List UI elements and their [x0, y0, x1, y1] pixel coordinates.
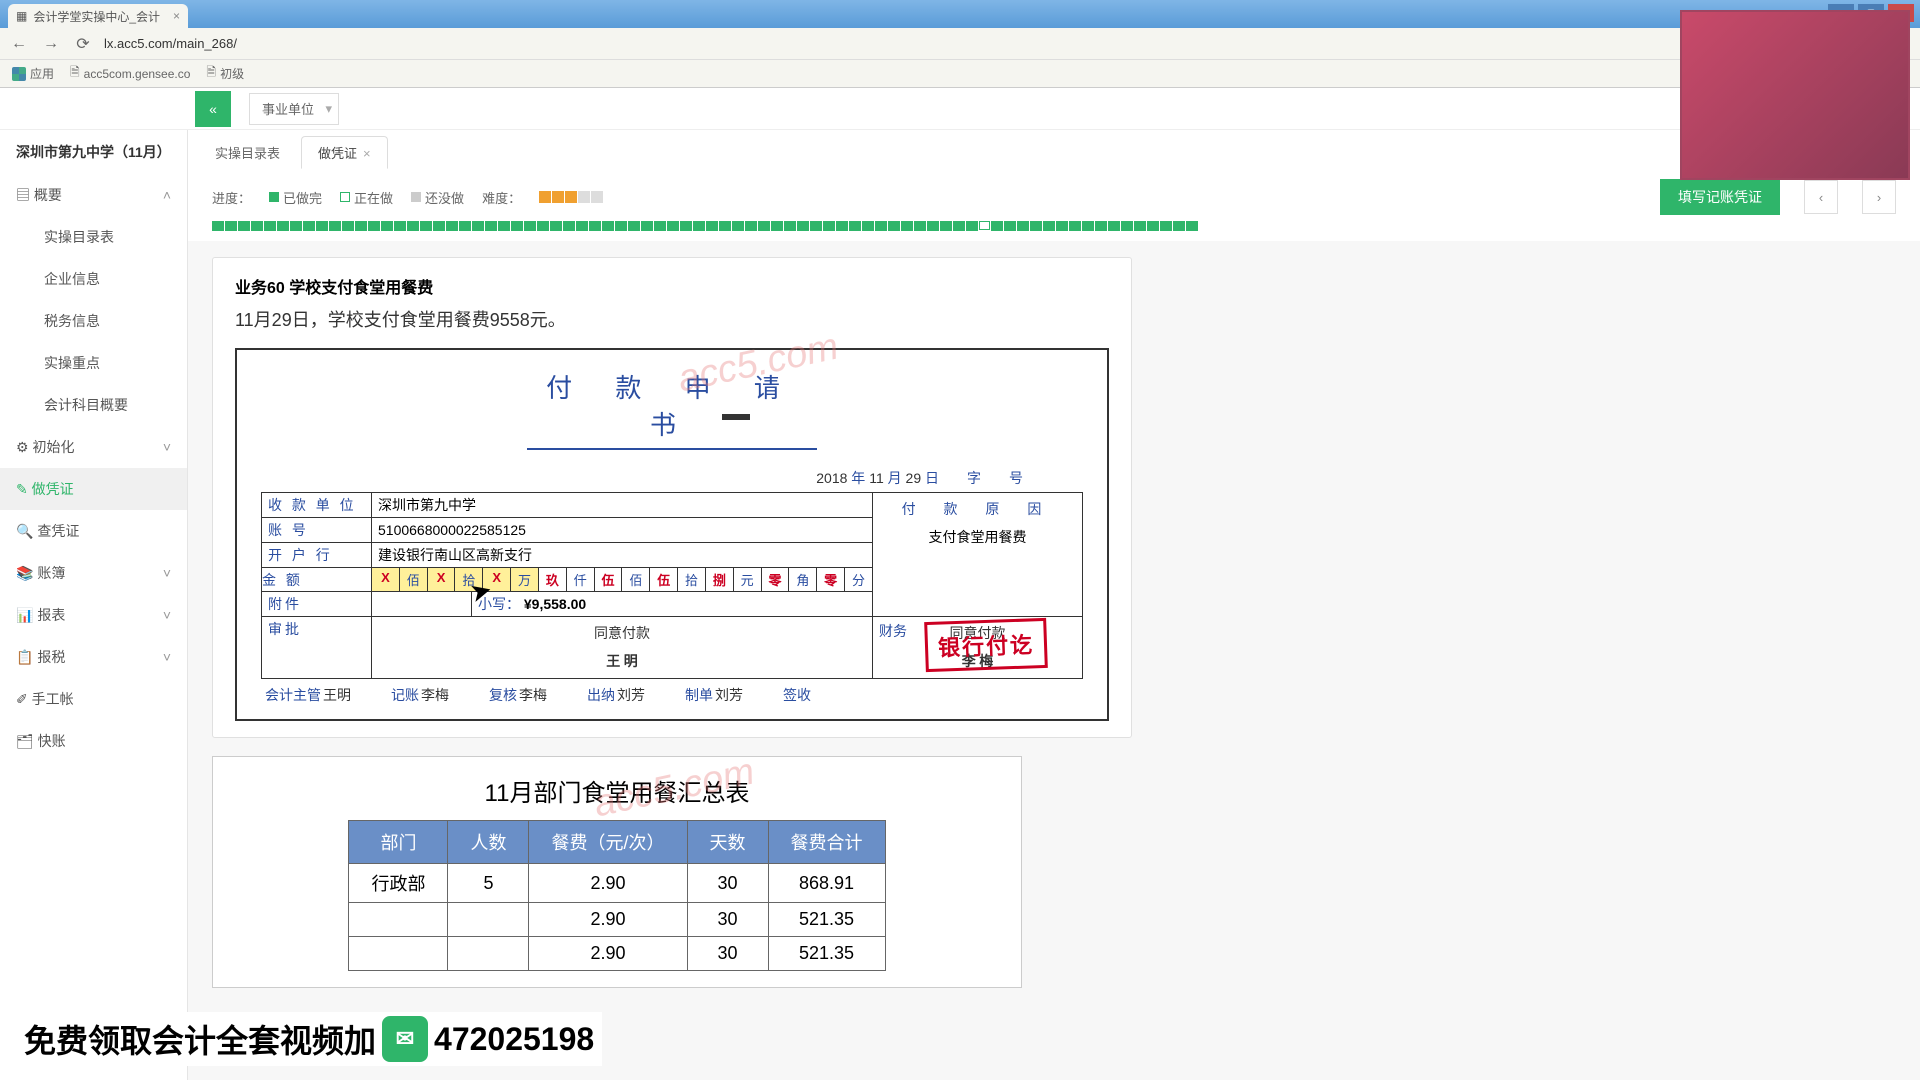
table-row: 2.9030521.35: [349, 903, 885, 937]
bookmark-bar: 应用 🗎 acc5com.gensee.co 🗎 初级: [0, 60, 1920, 88]
sidebar-item-catalog[interactable]: 实操目录表: [0, 216, 187, 258]
browser-tab[interactable]: ▦ 会计学堂实操中心_会计 ×: [8, 4, 188, 28]
business-card: 业务60 学校支付食堂用餐费 11月29日，学校支付食堂用餐费9558元。 ac…: [212, 257, 1132, 738]
sidebar-item-taxfile[interactable]: 📋 报税˅: [0, 636, 187, 678]
difficulty-label: 难度：: [482, 188, 521, 207]
chevron-down-icon: ˅: [163, 649, 171, 665]
tab-catalog[interactable]: 实操目录表: [198, 136, 297, 169]
tab-title: 会计学堂实操中心_会计: [33, 8, 160, 25]
status-bar: 进度： 已做完 正在做 还没做 难度： 填写记账凭证 ‹ ›: [188, 169, 1920, 221]
amount-cn: X佰X拾X万玖仟伍佰伍拾捌元零角零分: [372, 568, 873, 592]
payment-request-document: acc5.com 付 款 申 请 书 2018 年 11 月 29 日 字 号 …: [235, 348, 1109, 721]
content-tabs: 实操目录表 做凭证×: [188, 130, 1920, 169]
chevron-up-icon: ˄: [163, 187, 171, 203]
col-header: 餐费合计: [768, 821, 885, 864]
content-area: 业务60 学校支付食堂用餐费 11月29日，学校支付食堂用餐费9558元。 ac…: [188, 241, 1920, 1004]
summary-card: acc5.com 11月部门食堂用餐汇总表 部门人数餐费（元/次）天数餐费合计 …: [212, 756, 1022, 988]
reason-cell: 付 款 原 因支付食堂用餐费: [873, 493, 1083, 617]
sidebar-item-voucher[interactable]: ✎ 做凭证: [0, 468, 187, 510]
sidebar-item-ledger[interactable]: 📚 账簿˅: [0, 552, 187, 594]
wechat-icon: ✉: [382, 1016, 428, 1062]
back-button[interactable]: ←: [8, 33, 30, 55]
label-payee: 收 款 单 位: [262, 493, 372, 518]
url-field[interactable]: lx.acc5.com/main_268/: [104, 36, 1912, 51]
banner-text: 免费领取会计全套视频加: [24, 1016, 376, 1062]
main-panel: 实操目录表 做凭证× 进度： 已做完 正在做 还没做 难度： 填写记账凭证 ‹ …: [188, 130, 1920, 1080]
sidebar-item-overview[interactable]: ▤ 概要˄: [0, 174, 187, 216]
value-account: 5100668000022585125: [372, 518, 873, 543]
table-row: 2.9030521.35: [349, 937, 885, 971]
label-bank: 开 户 行: [262, 543, 372, 568]
value-bank: 建设银行南山区高新支行: [372, 543, 873, 568]
sidebar-item-points[interactable]: 实操重点: [0, 342, 187, 384]
sidebar-item-subjects[interactable]: 会计科目概要: [0, 384, 187, 426]
col-header: 餐费（元/次）: [529, 821, 687, 864]
doc-date: 2018 年 11 月 29 日 字 号: [261, 468, 1083, 488]
tab-voucher[interactable]: 做凭证×: [301, 136, 388, 169]
title-accent: [722, 414, 750, 420]
col-header: 天数: [687, 821, 768, 864]
label-account: 账 号: [262, 518, 372, 543]
org-type-dropdown[interactable]: 事业单位: [249, 93, 339, 125]
browser-tab-strip: ▦ 会计学堂实操中心_会计 ×: [0, 0, 1920, 28]
next-button[interactable]: ›: [1862, 180, 1896, 214]
prev-button[interactable]: ‹: [1804, 180, 1838, 214]
sidebar-item-init[interactable]: ⚙ 初始化˅: [0, 426, 187, 468]
page-icon: ▦: [16, 9, 27, 23]
sidebar-item-report[interactable]: 📊 报表˅: [0, 594, 187, 636]
chevron-down-icon: ˅: [163, 439, 171, 455]
apps-shortcut[interactable]: 应用: [12, 65, 54, 82]
promo-banner: 免费领取会计全套视频加 ✉ 472025198: [16, 1012, 602, 1066]
reload-button[interactable]: ⟳: [72, 33, 94, 55]
sidebar-item-quick[interactable]: 🗂 快账: [0, 720, 187, 762]
difficulty-meter: [539, 191, 604, 203]
sidebar-item-manual[interactable]: ✐ 手工帐: [0, 678, 187, 720]
close-tab-icon[interactable]: ×: [363, 146, 371, 161]
address-bar: ← → ⟳ lx.acc5.com/main_268/: [0, 28, 1920, 60]
sidebar: 深圳市第九中学（11月） ▤ 概要˄ 实操目录表 企业信息 税务信息 实操重点 …: [0, 130, 188, 1080]
value-payee: 深圳市第九中学: [372, 493, 873, 518]
sidebar-item-check[interactable]: 🔍 查凭证: [0, 510, 187, 552]
amount-num: 小写： ¥9,558.00: [472, 592, 873, 617]
sidebar-item-tax-info[interactable]: 税务信息: [0, 300, 187, 342]
forward-button[interactable]: →: [40, 33, 62, 55]
progress-label: 进度：: [212, 188, 251, 207]
label-amount: 金 额: [262, 568, 372, 592]
approve-cell: 同意付款王 明: [372, 617, 873, 679]
table-row: 行政部52.9030868.91: [349, 864, 885, 903]
bookmark-item[interactable]: 🗎 acc5com.gensee.co: [70, 63, 190, 84]
bank-paid-stamp: 银行付讫: [924, 618, 1048, 672]
doc-footer-signatures: 会计主管王明 记账李梅 复核李梅 出纳刘芳 制单刘芳 签收: [261, 679, 1083, 705]
doc-title: 付 款 申 请 书: [527, 368, 817, 450]
sidebar-title: 深圳市第九中学（11月）: [0, 130, 187, 174]
legend-doing: 正在做: [340, 188, 393, 207]
chevron-down-icon: ˅: [163, 565, 171, 581]
business-desc: 11月29日，学校支付食堂用餐费9558元。: [235, 306, 1109, 332]
legend-done: 已做完: [269, 188, 322, 207]
col-header: 人数: [448, 821, 529, 864]
summary-title: 11月部门食堂用餐汇总表: [237, 773, 997, 808]
banner-qq: 472025198: [434, 1021, 594, 1058]
col-header: 部门: [349, 821, 448, 864]
label-approve: 审批: [262, 617, 372, 679]
webcam-overlay: [1680, 10, 1910, 180]
business-title: 业务60 学校支付食堂用餐费: [235, 274, 1109, 298]
sidebar-toggle-button[interactable]: «: [195, 91, 231, 127]
label-attach: 附件: [262, 592, 372, 617]
bookmark-item[interactable]: 🗎 初级: [206, 63, 244, 84]
sidebar-item-company[interactable]: 企业信息: [0, 258, 187, 300]
apps-icon: [12, 67, 26, 81]
legend-none: 还没做: [411, 188, 464, 207]
app-header: « 事业单位 张师师老师 (SVIP会员): [0, 88, 1920, 130]
fill-voucher-button[interactable]: 填写记账凭证: [1660, 179, 1780, 215]
progress-grid[interactable]: [188, 221, 1920, 241]
close-tab-icon[interactable]: ×: [173, 9, 180, 23]
chevron-down-icon: ˅: [163, 607, 171, 623]
summary-table: 部门人数餐费（元/次）天数餐费合计 行政部52.9030868.912.9030…: [348, 820, 885, 971]
